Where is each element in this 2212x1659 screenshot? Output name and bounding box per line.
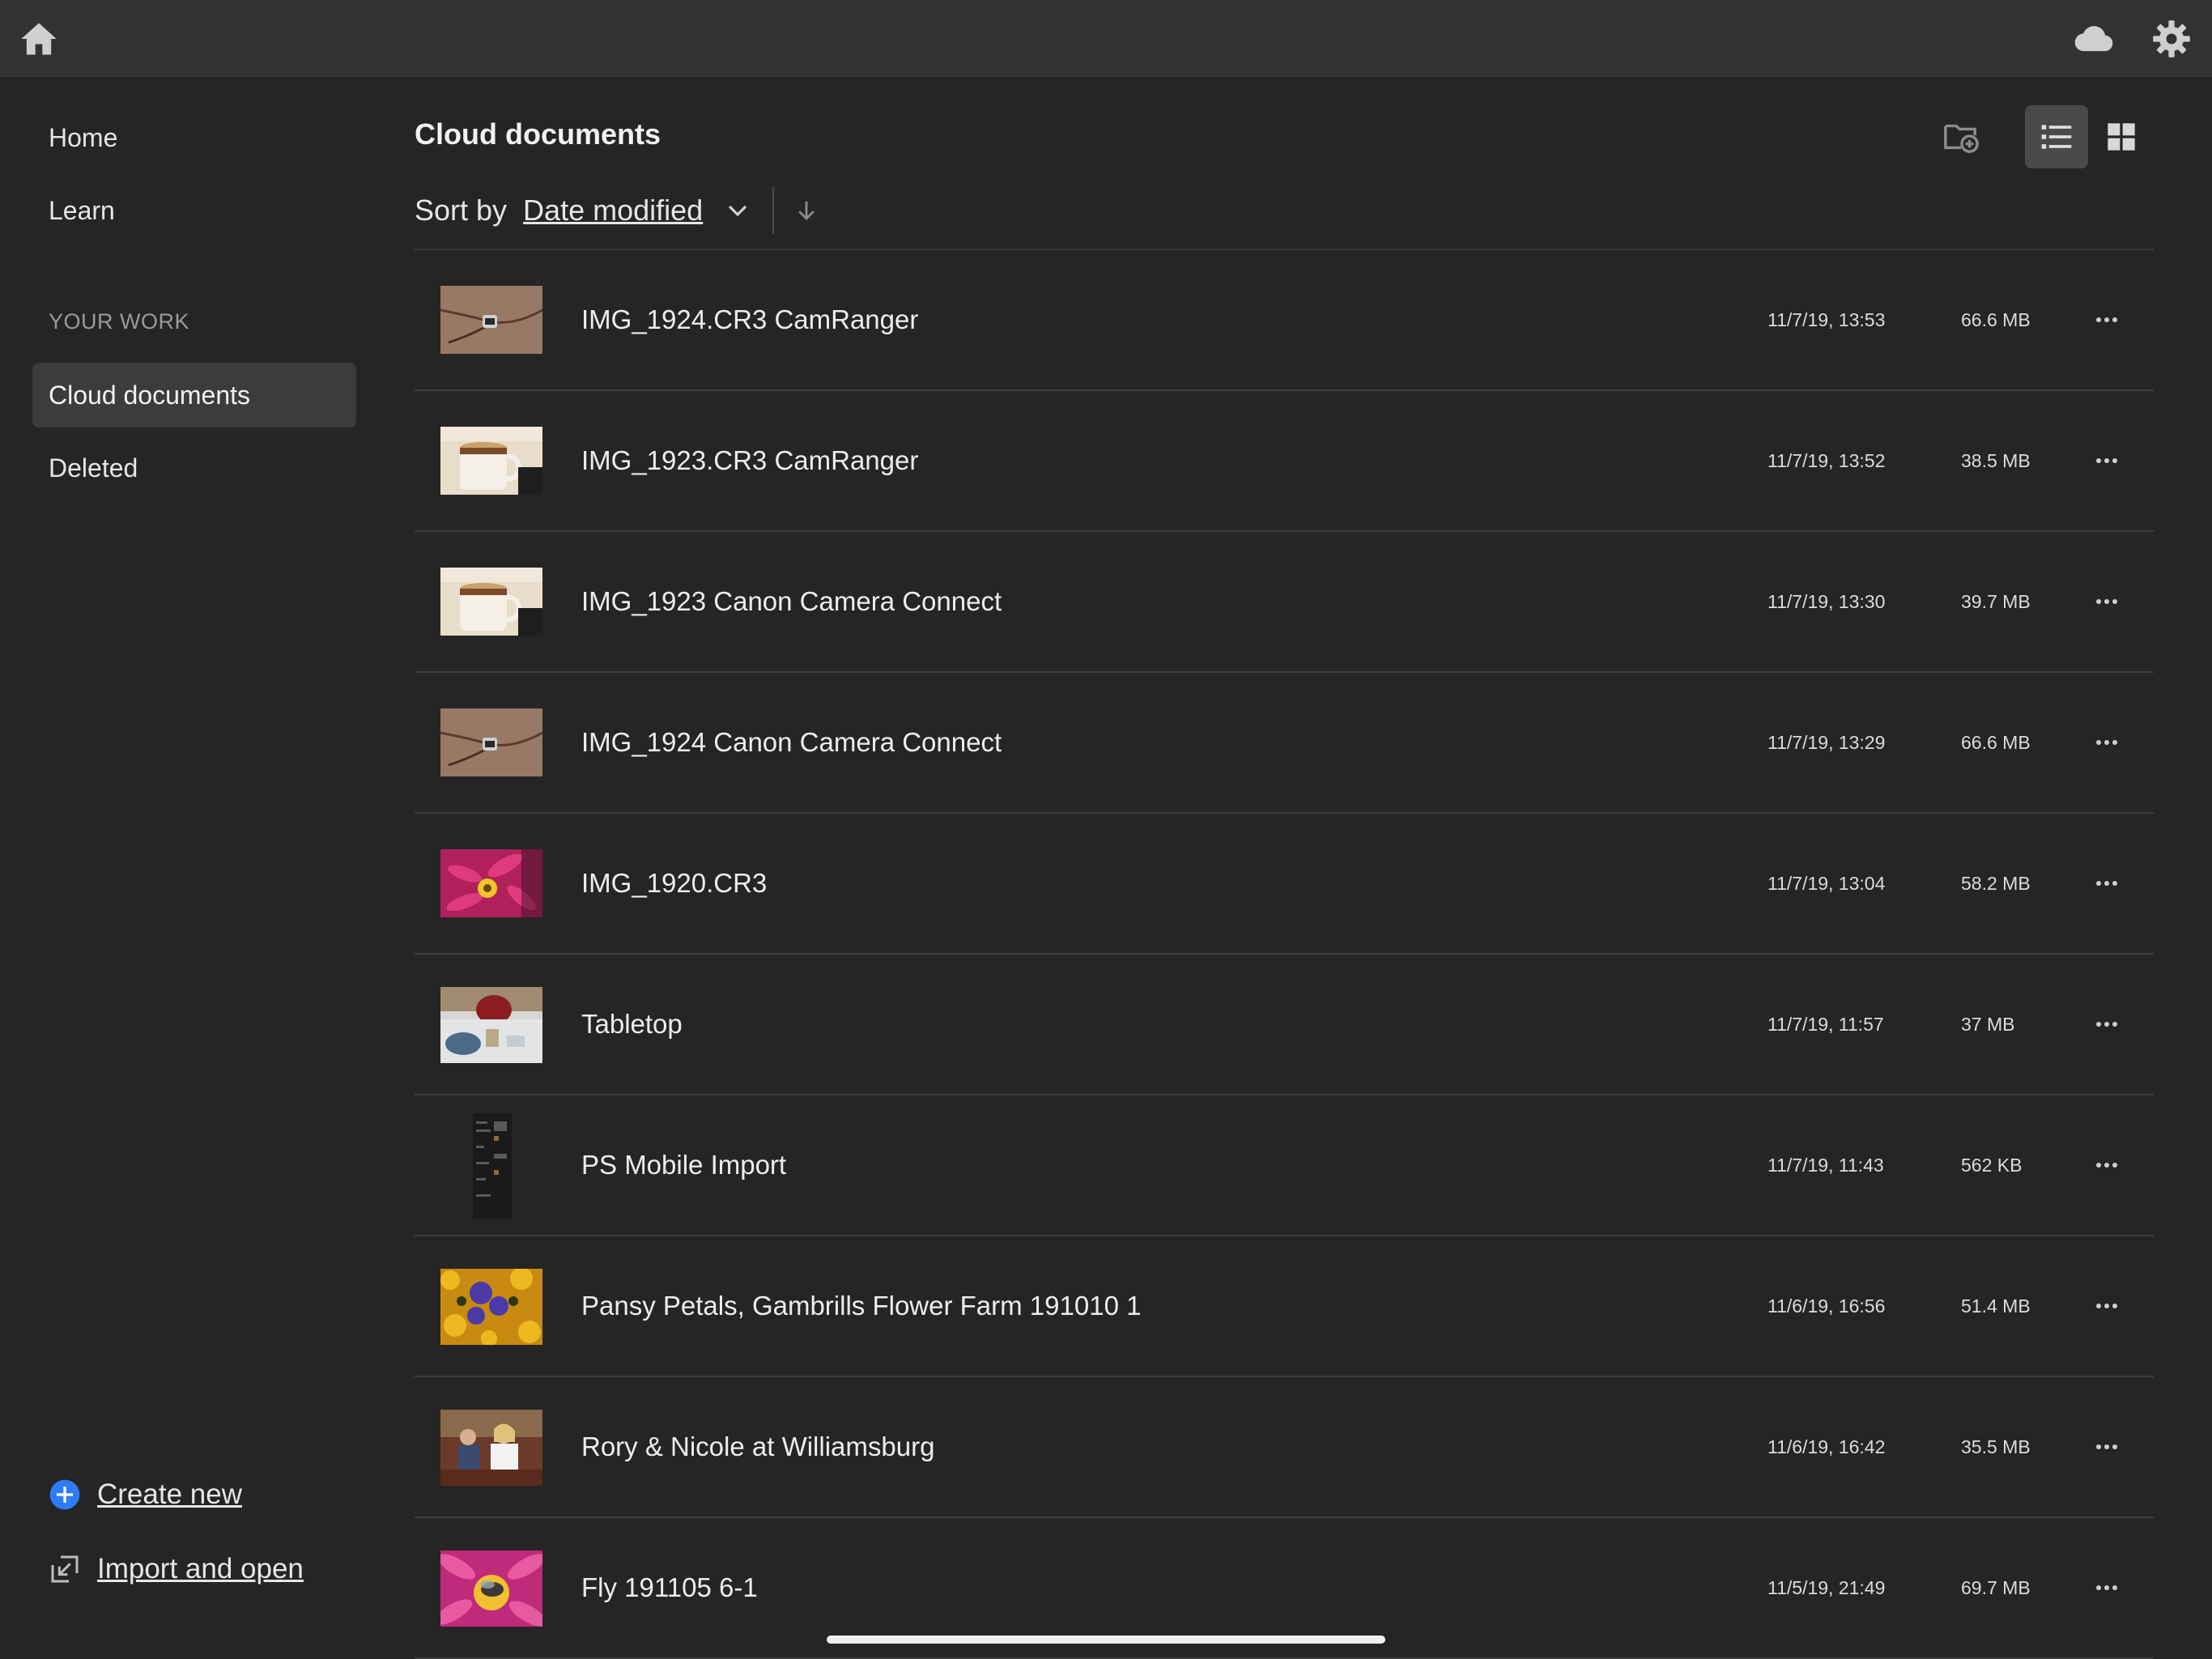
sidebar-item-label: Learn xyxy=(49,196,115,225)
document-thumbnail xyxy=(440,1410,542,1486)
document-size: 66.6 MB xyxy=(1961,309,2031,330)
document-name: Fly 191105 6-1 xyxy=(581,1572,758,1602)
sort-label: Sort by xyxy=(415,194,508,227)
sort-bar: Sort by Date modified xyxy=(415,182,819,239)
document-size: 562 KB xyxy=(1961,1155,2023,1176)
sort-divider xyxy=(772,187,775,234)
document-size: 38.5 MB xyxy=(1961,450,2031,471)
document-thumbnail xyxy=(440,1113,542,1219)
document-name: IMG_1923 Canon Camera Connect xyxy=(581,586,1002,616)
document-date: 11/7/19, 13:29 xyxy=(1767,732,1886,753)
document-thumbnail xyxy=(440,1551,542,1627)
list-view-icon xyxy=(2041,125,2072,149)
document-thumbnail xyxy=(440,568,542,636)
document-size: 39.7 MB xyxy=(1961,591,2031,612)
more-options-icon[interactable] xyxy=(2082,862,2131,904)
more-options-icon[interactable] xyxy=(2082,299,2131,341)
document-date: 11/6/19, 16:56 xyxy=(1767,1295,1886,1317)
document-name: IMG_1924.CR3 CamRanger xyxy=(581,304,919,334)
sidebar-item-learn[interactable]: Learn xyxy=(32,178,356,243)
main-content: Cloud documents Sort by Date modified IM… xyxy=(415,77,2155,1659)
document-name: IMG_1920.CR3 xyxy=(581,868,768,898)
document-size: 51.4 MB xyxy=(1961,1295,2031,1317)
document-thumbnail xyxy=(440,987,542,1063)
document-name: Tabletop xyxy=(581,1009,683,1039)
document-name: Pansy Petals, Gambrills Flower Farm 1910… xyxy=(581,1291,1142,1321)
document-thumbnail xyxy=(440,849,542,917)
document-row[interactable]: Tabletop 11/7/19, 11:57 37 MB xyxy=(415,955,2154,1095)
document-date: 11/7/19, 11:57 xyxy=(1767,1014,1884,1035)
document-date: 11/7/19, 13:52 xyxy=(1767,450,1886,471)
list-view-button[interactable] xyxy=(2025,105,2088,168)
grid-view-icon xyxy=(2108,123,2135,151)
more-options-icon[interactable] xyxy=(2082,1426,2131,1468)
document-row[interactable]: Pansy Petals, Gambrills Flower Farm 1910… xyxy=(415,1236,2154,1377)
document-size: 35.5 MB xyxy=(1961,1436,2031,1457)
more-options-icon[interactable] xyxy=(2082,440,2131,482)
document-size: 37 MB xyxy=(1961,1014,2015,1035)
create-new-button[interactable]: Create new xyxy=(49,1474,242,1515)
document-size: 66.6 MB xyxy=(1961,732,2031,753)
document-thumbnail xyxy=(440,708,542,776)
grid-view-button[interactable] xyxy=(2090,105,2153,168)
document-date: 11/6/19, 16:42 xyxy=(1767,1436,1886,1457)
sidebar: Home Learn YOUR WORK Cloud documents Del… xyxy=(0,77,381,1658)
document-row[interactable]: IMG_1920.CR3 11/7/19, 13:04 58.2 MB xyxy=(415,814,2154,955)
more-options-icon[interactable] xyxy=(2082,1567,2131,1609)
document-thumbnail xyxy=(440,427,542,495)
chevron-down-icon[interactable] xyxy=(725,198,750,223)
document-date: 11/7/19, 13:30 xyxy=(1767,591,1886,612)
sidebar-item-label: Deleted xyxy=(49,453,138,483)
document-thumbnail xyxy=(440,286,542,354)
document-date: 11/7/19, 13:53 xyxy=(1767,309,1886,330)
page-title: Cloud documents xyxy=(415,117,661,151)
document-name: IMG_1924 Canon Camera Connect xyxy=(581,727,1002,757)
gear-icon[interactable] xyxy=(2150,18,2193,60)
sidebar-item-label: Cloud documents xyxy=(49,381,251,410)
create-new-label: Create new xyxy=(97,1478,242,1510)
sort-direction-arrow-icon[interactable] xyxy=(794,197,819,224)
document-row[interactable]: IMG_1923.CR3 CamRanger 11/7/19, 13:52 38.5… xyxy=(415,391,2154,532)
import-and-open-button[interactable]: Import and open xyxy=(49,1549,304,1589)
more-options-icon[interactable] xyxy=(2082,1003,2131,1045)
plus-circle-icon xyxy=(49,1479,80,1510)
sidebar-item-deleted[interactable]: Deleted xyxy=(32,436,356,500)
sidebar-item-home[interactable]: Home xyxy=(32,105,356,170)
section-label-your-work: YOUR WORK xyxy=(49,309,190,334)
home-icon[interactable] xyxy=(18,18,60,60)
document-row[interactable]: IMG_1923 Canon Camera Connect 11/7/19, 13… xyxy=(415,532,2154,673)
sidebar-item-label: Home xyxy=(49,123,118,152)
new-folder-button[interactable] xyxy=(1929,105,1993,168)
document-row[interactable]: IMG_1924.CR3 CamRanger 11/7/19, 13:53 66.6… xyxy=(415,250,2154,391)
more-options-icon[interactable] xyxy=(2082,1144,2131,1186)
import-and-open-label: Import and open xyxy=(97,1553,304,1585)
document-name: Rory & Nicole at Williamsburg xyxy=(581,1431,935,1461)
document-thumbnail xyxy=(440,1269,542,1345)
document-row[interactable]: PS Mobile Import 11/7/19, 11:43 562 KB xyxy=(415,1095,2154,1236)
document-size: 58.2 MB xyxy=(1961,873,2031,894)
document-size: 69.7 MB xyxy=(1961,1577,2031,1598)
home-indicator xyxy=(827,1636,1385,1644)
more-options-icon[interactable] xyxy=(2082,721,2131,764)
top-bar xyxy=(0,0,2212,77)
more-options-icon[interactable] xyxy=(2082,1285,2131,1327)
document-row[interactable]: IMG_1924 Canon Camera Connect 11/7/19, 13… xyxy=(415,673,2154,814)
sort-dropdown[interactable]: Date modified xyxy=(523,194,703,228)
import-icon xyxy=(51,1555,79,1583)
document-row[interactable]: Rory & Nicole at Williamsburg 11/6/19, 16… xyxy=(415,1377,2154,1518)
cloud-icon[interactable] xyxy=(2071,18,2116,60)
new-folder-icon xyxy=(1944,124,1979,153)
document-list: IMG_1924.CR3 CamRanger 11/7/19, 13:53 66.6… xyxy=(415,250,2154,1659)
sidebar-item-cloud-documents[interactable]: Cloud documents xyxy=(32,363,356,428)
document-date: 11/7/19, 11:43 xyxy=(1767,1155,1884,1176)
document-date: 11/7/19, 13:04 xyxy=(1767,873,1886,894)
document-name: PS Mobile Import xyxy=(581,1150,787,1180)
more-options-icon[interactable] xyxy=(2082,581,2131,623)
document-name: IMG_1923.CR3 CamRanger xyxy=(581,445,919,475)
document-date: 11/5/19, 21:49 xyxy=(1767,1577,1886,1598)
